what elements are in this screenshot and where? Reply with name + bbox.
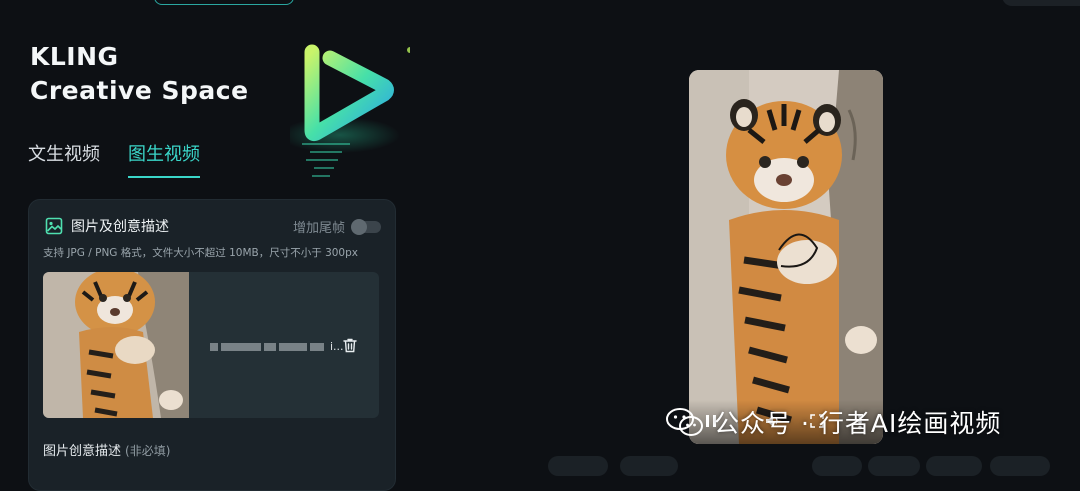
description-label-text: 图片创意描述	[43, 444, 122, 459]
tab-image-to-video[interactable]: 图生视频	[128, 140, 200, 178]
bottom-button[interactable]	[990, 456, 1050, 476]
bottom-button[interactable]	[868, 456, 920, 476]
end-frame-toggle-group: 增加尾帧	[293, 217, 381, 236]
trash-icon[interactable]	[343, 338, 357, 353]
top-right-menu[interactable]	[1002, 0, 1080, 6]
uploaded-image-thumbnail[interactable]	[43, 272, 189, 418]
blurred-text	[210, 342, 218, 351]
video-frame	[689, 70, 883, 444]
top-nav-pill[interactable]	[154, 0, 294, 5]
wechat-watermark: 公众号 · 行者AI绘画视频	[666, 404, 1001, 440]
file-name-suffix: i...	[330, 340, 344, 353]
mode-tabs: 文生视频 图生视频	[28, 140, 200, 178]
description-optional: (非必填)	[125, 444, 171, 458]
blurred-text	[310, 342, 324, 351]
bottom-button[interactable]	[926, 456, 982, 476]
bottom-button[interactable]	[548, 456, 608, 476]
blurred-text	[221, 342, 261, 351]
end-frame-toggle-label: 增加尾帧	[292, 221, 345, 236]
tab-text-to-video[interactable]: 文生视频	[28, 140, 100, 178]
upload-box[interactable]: i...	[43, 272, 379, 418]
brand-line-2: Creative Space	[30, 76, 249, 105]
description-label: 图片创意描述 (非必填)	[43, 440, 170, 459]
end-frame-toggle[interactable]	[351, 218, 381, 235]
image-icon	[45, 217, 63, 235]
file-name: i...	[210, 340, 344, 353]
kling-logo-icon	[290, 44, 410, 177]
brand: KLING Creative Space	[30, 40, 249, 108]
blurred-text	[264, 342, 276, 351]
panel-header: 图片及创意描述	[45, 216, 169, 236]
video-preview[interactable]	[689, 70, 883, 444]
brand-line-1: KLING	[30, 42, 119, 71]
image-prompt-panel: 图片及创意描述 增加尾帧 支持 JPG / PNG 格式，文件大小不超过 10M…	[28, 199, 396, 491]
watermark-text: 公众号 · 行者AI绘画视频	[714, 409, 1002, 438]
blurred-text	[279, 342, 307, 351]
bottom-button[interactable]	[620, 456, 678, 476]
toggle-knob	[351, 218, 367, 235]
panel-title: 图片及创意描述	[71, 219, 169, 235]
bottom-button[interactable]	[812, 456, 862, 476]
upload-hint: 支持 JPG / PNG 格式，文件大小不超过 10MB，尺寸不小于 300px	[43, 247, 358, 259]
wechat-icon	[666, 408, 703, 436]
